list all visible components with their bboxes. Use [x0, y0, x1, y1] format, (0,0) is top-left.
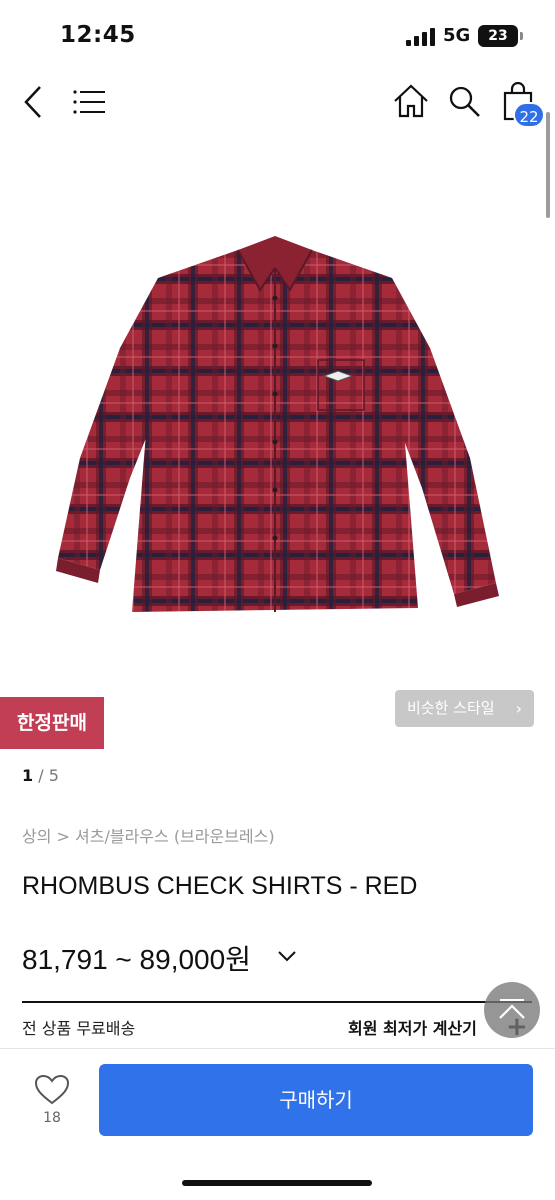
status-bar: 12:45 5G 23 [0, 0, 555, 70]
buy-button[interactable]: 구매하기 [99, 1064, 533, 1136]
limited-sale-badge: 한정판매 [0, 697, 104, 749]
similar-style-label: 비슷한 스타일 [407, 699, 495, 717]
breadcrumb[interactable]: 상의 > 셔츠/블라우스 (브라운브레스) [22, 823, 275, 847]
member-price-calculator-link[interactable]: 회원 최저가 계산기 [348, 1015, 477, 1039]
back-icon[interactable] [18, 84, 52, 120]
chevron-right-icon: › [515, 699, 522, 718]
cart-count-badge: 22 [513, 102, 545, 128]
scroll-indicator [546, 112, 550, 218]
similar-style-button[interactable]: 비슷한 스타일 › [395, 690, 534, 727]
product-image[interactable] [50, 228, 500, 620]
status-time: 12:45 [60, 22, 136, 48]
scroll-to-top-button[interactable] [484, 982, 540, 1038]
like-count: 18 [43, 1110, 61, 1126]
network-label: 5G [443, 25, 471, 46]
free-shipping-text: 전 상품 무료배송 [22, 1019, 136, 1038]
product-title: RHOMBUS CHECK SHIRTS - RED [22, 872, 418, 900]
signal-icon [406, 28, 436, 46]
section-divider [22, 1001, 532, 1003]
home-indicator [182, 1180, 372, 1186]
battery-icon: 23 [478, 25, 523, 47]
pager-current: 1 [22, 766, 34, 785]
pager-total: / 5 [38, 766, 59, 785]
home-icon[interactable] [392, 82, 430, 120]
heart-icon[interactable] [34, 1074, 70, 1106]
product-price: 81,791 ~ 89,000원 [22, 944, 251, 975]
image-pager: 1 / 5 [22, 766, 59, 785]
search-icon[interactable] [447, 84, 483, 120]
chevron-down-icon[interactable] [276, 946, 298, 966]
menu-icon[interactable] [72, 86, 108, 118]
